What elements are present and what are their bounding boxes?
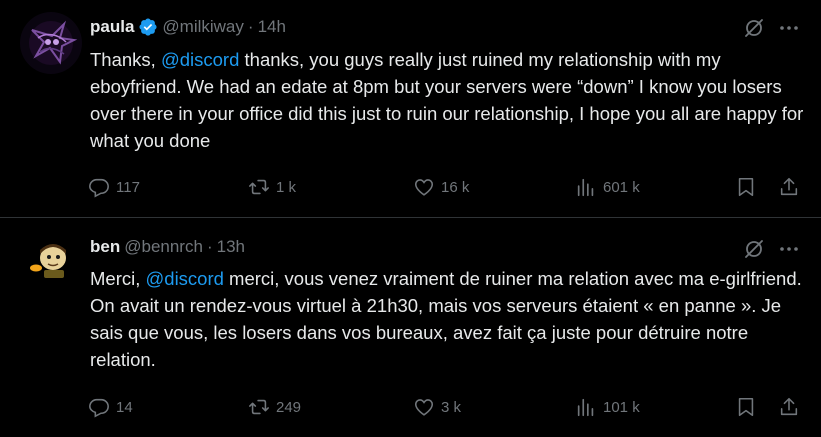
like-icon: [414, 179, 434, 196]
views-button[interactable]: 101 k: [575, 395, 640, 419]
action-bar: 117 1 k 16 k 601 k: [88, 175, 803, 199]
action-bar: 14 249 3 k 101 k: [88, 395, 803, 419]
grok-icon[interactable]: [742, 16, 766, 40]
text-before: Merci,: [90, 268, 146, 289]
reply-button[interactable]: 14: [88, 395, 133, 419]
reply-button[interactable]: 117: [88, 175, 140, 199]
tweet-text: Thanks, @discord thanks, you guys really…: [90, 46, 805, 154]
author-handle[interactable]: @milkiway: [162, 17, 243, 37]
mention-link[interactable]: @discord: [161, 49, 239, 70]
like-count: 3 k: [441, 398, 462, 416]
more-icon[interactable]: [777, 237, 801, 261]
bookmark-icon: [738, 177, 754, 197]
like-count: 16 k: [441, 178, 470, 196]
tweet-ben[interactable]: ben @bennrch · 13h Merci, @discord merci…: [0, 218, 821, 437]
repost-button[interactable]: 249: [248, 395, 301, 419]
author-name[interactable]: ben: [90, 237, 120, 257]
bookmark-button[interactable]: [735, 395, 757, 419]
views-icon: [577, 398, 594, 417]
views-count: 101 k: [603, 398, 640, 416]
tweet-text: Merci, @discord merci, vous venez vraime…: [90, 265, 805, 373]
share-icon: [780, 397, 798, 416]
share-icon: [780, 177, 798, 196]
grok-icon[interactable]: [742, 237, 766, 261]
mention-link[interactable]: @discord: [146, 268, 224, 289]
more-icon[interactable]: [777, 16, 801, 40]
views-icon: [577, 178, 594, 197]
share-button[interactable]: [778, 175, 800, 199]
reply-count: 117: [116, 178, 140, 196]
repost-count: 249: [276, 398, 302, 416]
tweet-header: paula @milkiway · 14h: [90, 15, 286, 39]
repost-icon: [249, 399, 269, 415]
avatar[interactable]: [20, 230, 82, 292]
repost-button[interactable]: 1 k: [248, 175, 296, 199]
share-button[interactable]: [778, 395, 800, 419]
reply-icon: [89, 178, 109, 198]
avatar-image: [20, 12, 82, 74]
reply-count: 14: [116, 398, 133, 416]
bookmark-icon: [738, 397, 754, 417]
timestamp[interactable]: 14h: [258, 17, 286, 37]
like-icon: [414, 399, 434, 416]
author-handle[interactable]: @bennrch: [124, 237, 203, 257]
views-button[interactable]: 601 k: [575, 175, 640, 199]
reply-icon: [89, 398, 109, 418]
like-button[interactable]: 3 k: [413, 395, 461, 419]
separator-dot: ·: [247, 17, 254, 36]
tweet-header: ben @bennrch · 13h: [90, 235, 245, 259]
text-before: Thanks,: [90, 49, 161, 70]
repost-count: 1 k: [276, 178, 297, 196]
separator-dot: ·: [206, 237, 213, 256]
bookmark-button[interactable]: [735, 175, 757, 199]
tweet-paula[interactable]: paula @milkiway · 14h Thanks, @discord t…: [0, 0, 821, 217]
author-name[interactable]: paula: [90, 17, 134, 37]
like-button[interactable]: 16 k: [413, 175, 469, 199]
views-count: 601 k: [603, 178, 640, 196]
repost-icon: [249, 179, 269, 195]
avatar[interactable]: [20, 12, 82, 74]
avatar-image: [20, 230, 82, 292]
timestamp[interactable]: 13h: [217, 237, 245, 257]
verified-badge-icon: [139, 18, 157, 36]
